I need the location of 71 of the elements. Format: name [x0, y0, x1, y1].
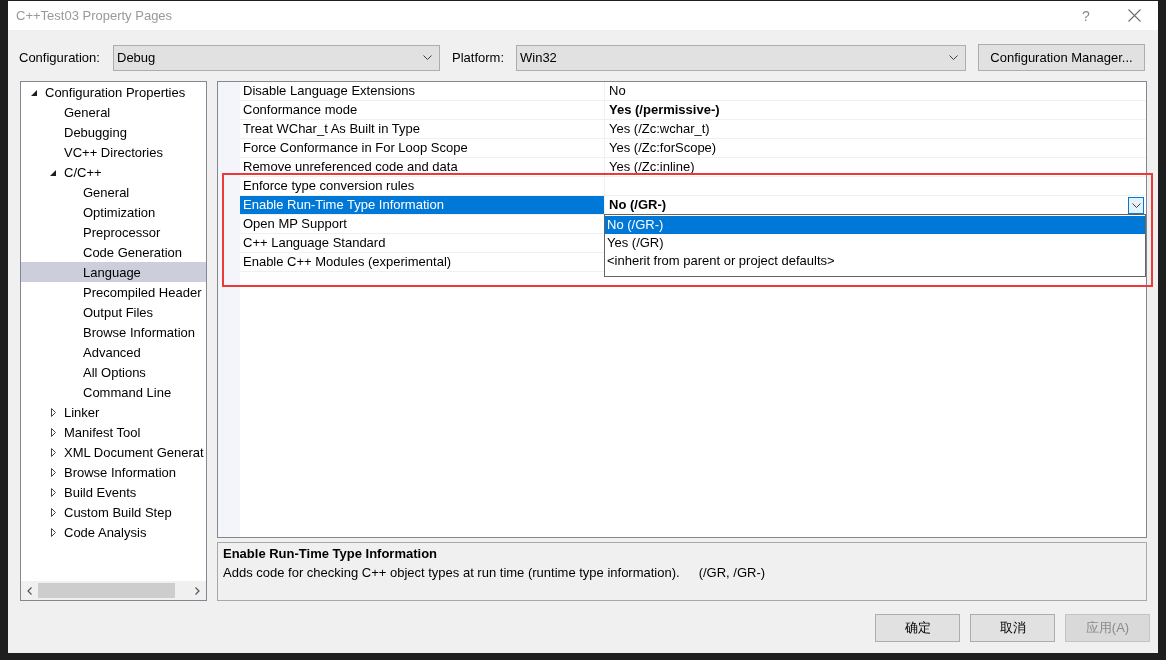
dropdown-option[interactable]: <inherit from parent or project defaults>: [605, 252, 1145, 270]
collapsed-triangle-icon[interactable]: [51, 507, 56, 517]
configuration-label: Configuration:: [19, 50, 100, 65]
property-value[interactable]: No (/GR-): [609, 196, 667, 214]
description-title: Enable Run-Time Type Information: [223, 545, 439, 563]
tree-item[interactable]: Advanced: [21, 342, 206, 362]
collapsed-triangle-icon[interactable]: [51, 407, 56, 417]
chevron-down-icon: [423, 55, 432, 60]
tree-item[interactable]: Custom Build Step: [21, 502, 206, 522]
property-name[interactable]: Conformance mode: [240, 101, 605, 120]
property-name[interactable]: Disable Language Extensions: [240, 82, 605, 101]
property-value[interactable]: Yes (/permissive-): [609, 101, 720, 119]
chevron-down-icon: [949, 55, 958, 60]
collapsed-triangle-icon[interactable]: [51, 467, 56, 477]
tree-item[interactable]: Browse Information: [21, 322, 206, 342]
property-value[interactable]: Yes (/Zc:forScope): [609, 139, 717, 157]
tree-item[interactable]: Configuration Properties: [21, 82, 206, 102]
property-name[interactable]: Open MP Support: [240, 215, 605, 234]
tree-item[interactable]: Precompiled Header: [21, 282, 206, 302]
tree-item[interactable]: Language: [21, 262, 206, 282]
property-name[interactable]: Force Conformance in For Loop Scope: [240, 139, 605, 158]
property-value[interactable]: No: [609, 82, 626, 100]
tree-item[interactable]: Code Analysis: [21, 522, 206, 542]
chevron-left-icon[interactable]: [27, 586, 32, 595]
property-name[interactable]: C++ Language Standard: [240, 234, 605, 253]
collapsed-triangle-icon[interactable]: [51, 527, 56, 537]
tree-item[interactable]: Command Line: [21, 382, 206, 402]
collapsed-triangle-icon[interactable]: [51, 447, 56, 457]
tree-item[interactable]: Linker: [21, 402, 206, 422]
dropdown-option[interactable]: Yes (/GR): [605, 234, 1145, 252]
window-title: C++Test03 Property Pages: [16, 8, 173, 23]
tree-item[interactable]: XML Document Generat: [21, 442, 206, 462]
dropdown-button[interactable]: [1128, 196, 1144, 214]
tree-item[interactable]: General: [21, 182, 206, 202]
chevron-right-icon[interactable]: [195, 586, 200, 595]
collapsed-triangle-icon[interactable]: [51, 487, 56, 497]
configuration-dropdown[interactable]: Debug: [113, 44, 440, 71]
tree-item[interactable]: C/C++: [21, 162, 206, 182]
tree-item[interactable]: Code Generation: [21, 242, 206, 262]
property-name[interactable]: Treat WChar_t As Built in Type: [240, 120, 605, 139]
expanded-triangle-icon[interactable]: [50, 170, 56, 176]
dropdown-option[interactable]: No (/GR-): [605, 216, 1145, 234]
property-name[interactable]: Remove unreferenced code and data: [240, 158, 605, 177]
tree-item[interactable]: Preprocessor: [21, 222, 206, 242]
tree-item[interactable]: General: [21, 102, 206, 122]
expanded-triangle-icon[interactable]: [31, 90, 37, 96]
tree-item[interactable]: Optimization: [21, 202, 206, 222]
collapsed-triangle-icon[interactable]: [51, 427, 56, 437]
property-name[interactable]: Enable Run-Time Type Information: [240, 196, 605, 215]
tree-item[interactable]: VC++ Directories: [21, 142, 206, 162]
help-button[interactable]: ?: [1071, 1, 1101, 30]
chevron-down-icon: [1131, 202, 1141, 208]
description-text: Adds code for checking C++ object types at run time (runtime type information).: [223, 564, 680, 582]
property-name[interactable]: Enable C++ Modules (experimental): [240, 253, 605, 272]
tree-item[interactable]: Build Events: [21, 482, 206, 502]
dialog-button[interactable]: 确定: [875, 614, 960, 642]
tree-item[interactable]: All Options: [21, 362, 206, 382]
configuration-manager-button[interactable]: Configuration Manager...: [978, 44, 1145, 71]
horizontal-scrollbar[interactable]: [21, 581, 206, 600]
tree-item[interactable]: Manifest Tool: [21, 422, 206, 442]
dialog-button[interactable]: 取消: [970, 614, 1055, 642]
tree-item[interactable]: Debugging: [21, 122, 206, 142]
platform-label: Platform:: [452, 50, 504, 65]
platform-dropdown[interactable]: Win32: [516, 44, 966, 71]
description-switches: (/GR, /GR-): [698, 564, 766, 582]
scrollbar-thumb[interactable]: [38, 583, 175, 598]
close-icon: [1127, 9, 1141, 22]
tree-item[interactable]: Browse Information: [21, 462, 206, 482]
property-value[interactable]: Yes (/Zc:inline): [609, 158, 695, 176]
property-value[interactable]: Yes (/Zc:wchar_t): [609, 120, 710, 138]
tree-item[interactable]: Output Files: [21, 302, 206, 322]
